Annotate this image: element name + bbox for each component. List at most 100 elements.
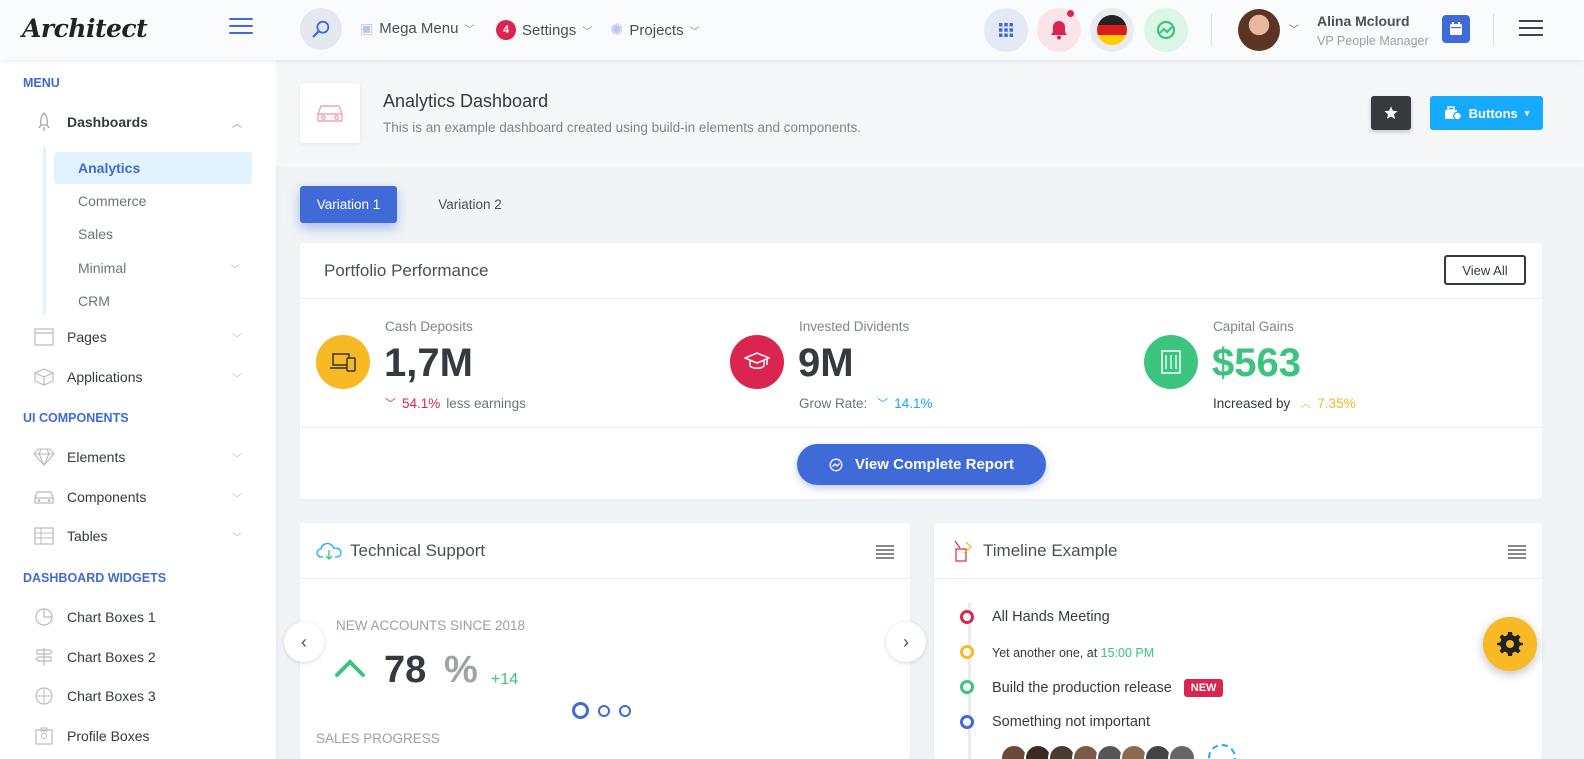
chevron-down-icon: ﹀ [232,453,242,465]
sidebar-heading-ui-components: UI Components [23,411,129,425]
sidebar-item-chart-boxes-3[interactable]: Chart Boxes 3 [22,681,252,711]
timeline-text-wrap: Yet another one, at 15:00 PM [992,646,1154,660]
user-avatar[interactable] [1238,9,1280,51]
gauge-icon [829,458,843,471]
sidebar-item-label: Chart Boxes 1 [67,609,156,625]
mega-menu-dropdown[interactable]: ▣ Mega Menu ﹀ [360,20,474,37]
card-header: Technical Support [300,523,910,579]
stat-prefix: Increased by [1213,395,1291,411]
view-all-button[interactable]: View All [1444,255,1526,285]
chevron-down-icon: ﹀ [230,264,240,276]
report-label: View Complete Report [855,456,1014,473]
card-menu-icon[interactable] [1508,545,1526,559]
sidebar-item-pages[interactable]: Pages ﹀ [22,322,252,352]
diamond-icon [30,446,58,468]
view-complete-report-button[interactable]: View Complete Report [797,444,1046,485]
page-subtitle: This is an example dashboard created usi… [383,120,862,135]
timeline-dot [960,715,974,729]
tab-variation-2[interactable]: Variation 2 [422,186,518,223]
chevron-down-icon[interactable]: ﹀ [1289,21,1299,36]
ball-icon [30,685,58,707]
sidebar-item-label: Elements [67,449,126,465]
timeline-text: All Hands Meeting [992,609,1110,625]
avatar-more[interactable] [1208,744,1236,759]
theme-settings-button[interactable] [1483,617,1537,671]
calendar-button[interactable] [1442,15,1470,43]
chevron-down-icon: ﹀ [582,26,593,38]
chevron-down-icon: ﹀ [464,25,475,36]
sidebar-item-tables[interactable]: Tables ﹀ [22,521,252,551]
timeline-text: Something not important [992,714,1150,730]
timeline-text: Build the production release [992,680,1172,696]
projects-dropdown[interactable]: ✺ Projects ﹀ [610,20,700,40]
sidebar-item-profile-boxes[interactable]: Profile Boxes [22,721,252,751]
sidebar-item-label: Chart Boxes 3 [67,688,156,704]
notifications-button[interactable] [1037,8,1081,52]
browser-icon [30,326,58,348]
sales-progress-label: Sales Progress [316,731,440,746]
tab-variation-1[interactable]: Variation 1 [300,186,397,223]
stat-pct: 7.35% [1317,395,1356,411]
options-menu-icon[interactable] [1519,20,1543,38]
status-button[interactable] [1144,8,1188,52]
sidebar-sub-analytics[interactable]: Analytics [54,152,252,184]
sidebar-item-chart-boxes-1[interactable]: Chart Boxes 1 [22,602,252,632]
sidebar-toggle-icon[interactable] [229,18,253,36]
pie-chart-icon [30,606,58,628]
stat-change: ﹀ 54.1% less earnings [385,395,526,411]
stat-prefix: Grow Rate: [799,395,868,411]
sidebar: Menu Dashboards ︿ Analytics Commerce Sal… [0,60,276,759]
brush-icon [954,540,972,562]
sidebar-sub-minimal[interactable]: Minimal ﹀ [54,252,252,284]
sidebar-item-label: Pages [67,329,107,345]
sidebar-item-components[interactable]: Components ﹀ [22,482,252,512]
gear-icon [1497,632,1523,656]
accounts-unit: % [444,649,478,691]
carousel-dot-active[interactable] [572,702,589,719]
settings-label: Settings [522,21,577,39]
sidebar-sub-label: Minimal [78,260,127,276]
language-button[interactable] [1090,8,1134,52]
portfolio-performance-card: Portfolio Performance View All Cash Depo… [300,243,1542,499]
card-menu-icon[interactable] [876,545,894,559]
table-icon [30,525,58,547]
signpost-icon [30,646,58,668]
sidebar-item-dashboards[interactable]: Dashboards ︿ [22,107,252,137]
user-role: VP People Manager [1317,34,1429,48]
star-icon [1384,106,1398,119]
sidebar-item-label: Dashboards [67,114,148,130]
car-icon [30,486,58,508]
search-button[interactable] [300,8,342,50]
stat-value: $563 [1212,341,1301,385]
gift-icon: ▣ [360,20,374,36]
laptop-icon [316,335,370,389]
sidebar-item-label: Applications [67,369,143,385]
sidebar-sub-commerce[interactable]: Commerce [54,185,252,217]
buttons-dropdown[interactable]: Buttons ▾ [1430,96,1543,130]
stat-pct: 54.1% [402,395,441,411]
chevron-down-icon: ﹀ [877,398,889,410]
avatar[interactable] [1168,744,1196,759]
cog-icon: ✺ [610,22,624,39]
carousel-dot[interactable] [598,704,610,717]
timeline-dot [960,645,974,659]
sidebar-sub-sales[interactable]: Sales [54,218,252,250]
technical-support-card: Technical Support New accounts since 201… [300,523,910,759]
carousel-next-button[interactable]: › [886,622,926,662]
car-icon [317,105,343,122]
card-title: Portfolio Performance [324,261,489,280]
settings-dropdown[interactable]: 4 Settings ﹀ [496,20,592,40]
apps-grid-button[interactable] [984,8,1028,52]
sidebar-sub-crm[interactable]: CRM [54,285,252,317]
settings-badge: 4 [496,20,516,40]
page-title-bar: Analytics Dashboard This is an example d… [276,60,1584,167]
carousel-prev-button[interactable]: ‹ [284,622,324,662]
favorite-button[interactable] [1371,96,1411,130]
card-divider [300,427,1542,428]
sidebar-item-applications[interactable]: Applications ﹀ [22,362,252,392]
carousel-dot[interactable] [619,704,631,717]
sidebar-item-elements[interactable]: Elements ﹀ [22,442,252,472]
sidebar-item-chart-boxes-2[interactable]: Chart Boxes 2 [22,642,252,672]
app-logo[interactable]: Architect [22,14,148,43]
sidebar-item-label: Profile Boxes [67,728,150,744]
